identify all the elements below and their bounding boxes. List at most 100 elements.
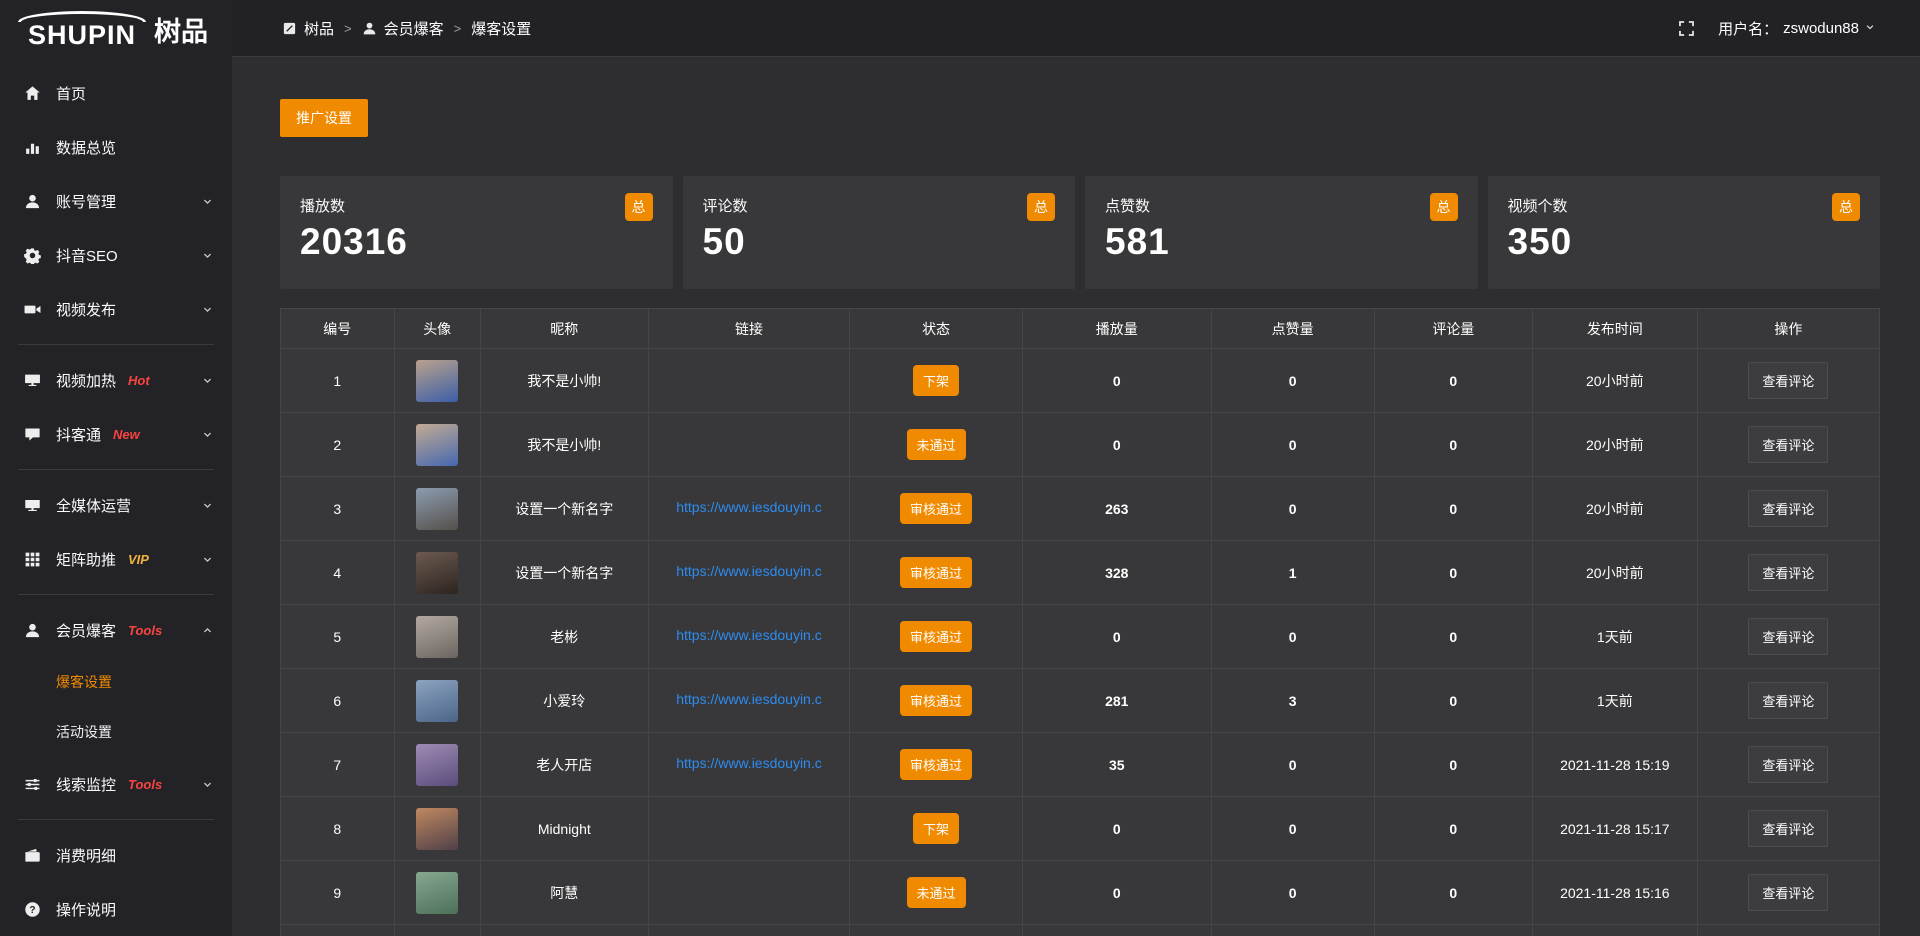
view-comments-button[interactable]: 查看评论 bbox=[1748, 362, 1828, 399]
sidebar-subitem-activity-settings[interactable]: 活动设置 bbox=[0, 707, 232, 757]
user-icon bbox=[24, 192, 42, 210]
stat-card-value: 581 bbox=[1105, 221, 1458, 263]
video-link[interactable]: https://www.iesdouyin.c bbox=[676, 499, 822, 515]
table-row: 1我不是小帅!下架00020小时前查看评论 bbox=[281, 349, 1880, 413]
cell-comments: 0 bbox=[1374, 413, 1532, 477]
cell-empty bbox=[1532, 925, 1697, 936]
stat-card: 评论数50总 bbox=[683, 176, 1076, 289]
view-comments-button[interactable]: 查看评论 bbox=[1748, 746, 1828, 783]
cell-link: https://www.iesdouyin.c bbox=[648, 541, 849, 605]
breadcrumb-item[interactable]: 会员爆客 bbox=[362, 18, 444, 39]
sidebar-item-clue-monitor[interactable]: 线索监控Tools bbox=[0, 757, 232, 811]
cell-status: 未通过 bbox=[850, 861, 1023, 925]
video-link[interactable]: https://www.iesdouyin.c bbox=[676, 563, 822, 579]
cell-plays: 263 bbox=[1022, 477, 1211, 541]
view-comments-button[interactable]: 查看评论 bbox=[1748, 426, 1828, 463]
cell-avatar bbox=[394, 413, 480, 477]
cell-publish-time: 20小时前 bbox=[1532, 413, 1697, 477]
sidebar-nav: 首页数据总览账号管理抖音SEO视频发布视频加热Hot抖客通New 全媒体运营矩阵助… bbox=[0, 58, 232, 936]
cell-link: https://www.iesdouyin.c bbox=[648, 605, 849, 669]
view-comments-button[interactable]: 查看评论 bbox=[1748, 682, 1828, 719]
cell-avatar bbox=[394, 349, 480, 413]
view-comments-button[interactable]: 查看评论 bbox=[1748, 874, 1828, 911]
video-link[interactable]: https://www.iesdouyin.c bbox=[676, 691, 822, 707]
table-row: 8Midnight下架0002021-11-28 15:17查看评论 bbox=[281, 797, 1880, 861]
home-icon bbox=[24, 84, 42, 102]
stat-card-value: 50 bbox=[703, 221, 1056, 263]
sidebar-item-all-media[interactable]: 全媒体运营 bbox=[0, 478, 232, 532]
cell-id: 6 bbox=[281, 669, 395, 733]
table-header-row: 编号头像昵称链接状态播放量点赞量评论量发布时间操作 bbox=[281, 309, 1880, 349]
promo-settings-button[interactable]: 推广设置 bbox=[280, 99, 368, 137]
stat-card-label: 评论数 bbox=[703, 195, 1056, 216]
fullscreen-icon[interactable] bbox=[1677, 19, 1696, 38]
sidebar-item-home[interactable]: 首页 bbox=[0, 66, 232, 120]
sidebar-item-account-manage[interactable]: 账号管理 bbox=[0, 174, 232, 228]
sidebar-item-video-publish[interactable]: 视频发布 bbox=[0, 282, 232, 336]
cell-nickname: 老人开店 bbox=[480, 733, 648, 797]
stat-card-total-badge: 总 bbox=[1832, 193, 1860, 221]
column-header: 评论量 bbox=[1374, 309, 1532, 349]
view-comments-button[interactable]: 查看评论 bbox=[1748, 810, 1828, 847]
topbar: 树品>会员爆客>爆客设置 用户名：zswodun88 bbox=[232, 0, 1920, 57]
avatar bbox=[416, 552, 458, 594]
user-menu[interactable]: 用户名：zswodun88 bbox=[1718, 18, 1876, 39]
view-comments-button[interactable]: 查看评论 bbox=[1748, 618, 1828, 655]
sidebar-item-tag: Hot bbox=[128, 373, 150, 388]
cell-nickname: 设置一个新名字 bbox=[480, 477, 648, 541]
sidebar-item-label: 账号管理 bbox=[56, 191, 116, 212]
cell-empty bbox=[394, 925, 480, 936]
cell-link bbox=[648, 413, 849, 477]
monitor-icon bbox=[24, 496, 42, 514]
cell-id: 1 bbox=[281, 349, 395, 413]
column-header: 状态 bbox=[850, 309, 1023, 349]
cell-comments: 0 bbox=[1374, 605, 1532, 669]
status-badge: 审核通过 bbox=[900, 621, 972, 652]
breadcrumb-label: 会员爆客 bbox=[384, 18, 444, 39]
brand-logo: SHUPIN 树品 bbox=[0, 0, 232, 58]
sidebar-item-member-baoke[interactable]: 会员爆客Tools bbox=[0, 603, 232, 657]
status-badge: 下架 bbox=[913, 813, 959, 844]
cell-empty bbox=[850, 925, 1023, 936]
breadcrumb-item[interactable]: 树品 bbox=[282, 18, 334, 39]
sidebar-item-matrix-boost[interactable]: 矩阵助推VIP bbox=[0, 532, 232, 586]
stat-card-label: 播放数 bbox=[300, 195, 653, 216]
cell-actions: 查看评论 bbox=[1697, 733, 1879, 797]
sidebar-item-douyin-seo[interactable]: 抖音SEO bbox=[0, 228, 232, 282]
video-icon bbox=[24, 300, 42, 318]
cell-nickname: Midnight bbox=[480, 797, 648, 861]
cell-plays: 0 bbox=[1022, 349, 1211, 413]
cell-avatar bbox=[394, 861, 480, 925]
cell-empty bbox=[1022, 925, 1211, 936]
table-row: 4设置一个新名字https://www.iesdouyin.c审核通过32810… bbox=[281, 541, 1880, 605]
cell-plays: 281 bbox=[1022, 669, 1211, 733]
sidebar-item-video-heat[interactable]: 视频加热Hot bbox=[0, 353, 232, 407]
cell-publish-time: 1天前 bbox=[1532, 669, 1697, 733]
grid-icon bbox=[24, 550, 42, 568]
view-comments-button[interactable]: 查看评论 bbox=[1748, 554, 1828, 591]
sliders-icon bbox=[24, 775, 42, 793]
breadcrumb-label: 树品 bbox=[304, 18, 334, 39]
view-comments-button[interactable]: 查看评论 bbox=[1748, 490, 1828, 527]
sidebar-subitem-baoke-settings[interactable]: 爆客设置 bbox=[0, 657, 232, 707]
cell-actions: 查看评论 bbox=[1697, 669, 1879, 733]
dashboard-icon bbox=[282, 21, 297, 36]
sidebar-item-data-overview[interactable]: 数据总览 bbox=[0, 120, 232, 174]
video-link[interactable]: https://www.iesdouyin.c bbox=[676, 627, 822, 643]
cell-status: 审核通过 bbox=[850, 541, 1023, 605]
sidebar-item-operation-guide[interactable]: ?操作说明 bbox=[0, 882, 232, 936]
gear-icon bbox=[24, 246, 42, 264]
sidebar-divider bbox=[18, 469, 214, 470]
cell-publish-time: 20小时前 bbox=[1532, 541, 1697, 605]
sidebar-item-consume-detail[interactable]: 消费明细 bbox=[0, 828, 232, 882]
cell-id: 5 bbox=[281, 605, 395, 669]
video-link[interactable]: https://www.iesdouyin.c bbox=[676, 755, 822, 771]
cell-link bbox=[648, 349, 849, 413]
sidebar-item-label: 全媒体运营 bbox=[56, 495, 131, 516]
cell-link: https://www.iesdouyin.c bbox=[648, 477, 849, 541]
chevron-down-icon bbox=[201, 428, 214, 441]
cell-id: 2 bbox=[281, 413, 395, 477]
table-row: 2我不是小帅!未通过00020小时前查看评论 bbox=[281, 413, 1880, 477]
sidebar-item-douketong[interactable]: 抖客通New bbox=[0, 407, 232, 461]
table-row: 6小爱玲https://www.iesdouyin.c审核通过281301天前查… bbox=[281, 669, 1880, 733]
